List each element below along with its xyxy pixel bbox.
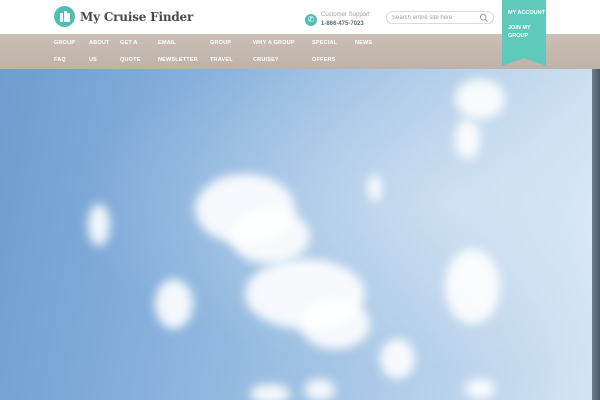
phone-icon: ✆ xyxy=(305,14,317,26)
logo-text: My Cruise Finder xyxy=(80,9,194,24)
my-account-link[interactable]: MY ACCOUNT xyxy=(508,9,545,17)
account-ribbon: MY ACCOUNT JOIN MY GROUP xyxy=(502,0,546,66)
nav-label: EMAIL xyxy=(158,40,177,46)
nav-label: SPECIAL xyxy=(312,40,338,46)
nav-label: ABOUT xyxy=(89,40,110,46)
nav-label: CRUISE? xyxy=(253,57,279,63)
nav-label: NEWSLETTER xyxy=(158,57,198,63)
nav-label: WHY A GROUP xyxy=(253,40,295,46)
nav-label: US xyxy=(89,57,98,63)
support-label: Customer Support xyxy=(321,12,370,18)
nav-label: TRAVEL xyxy=(210,57,233,63)
nav-label: GROUP xyxy=(210,40,232,46)
search-icon[interactable] xyxy=(479,13,489,23)
customer-support: ✆ Customer Support 1-866-475-7023 xyxy=(305,11,370,29)
search-box xyxy=(386,11,494,24)
nav-label: GROUP xyxy=(54,40,76,46)
suitcase-icon xyxy=(54,6,75,27)
hero-sky-image xyxy=(0,69,600,400)
site-logo[interactable]: My Cruise Finder xyxy=(54,6,193,27)
nav-label: NEWS xyxy=(355,40,373,46)
nav-label: FAQ xyxy=(54,57,66,63)
nav-label: OFFERS xyxy=(312,57,336,63)
join-my-group-link[interactable]: JOIN MY GROUP xyxy=(508,24,542,40)
support-phone[interactable]: 1-866-475-7023 xyxy=(321,20,370,29)
nav-label: GET A xyxy=(120,40,138,46)
search-input[interactable] xyxy=(392,13,478,23)
nav-label: QUOTE xyxy=(120,57,141,63)
